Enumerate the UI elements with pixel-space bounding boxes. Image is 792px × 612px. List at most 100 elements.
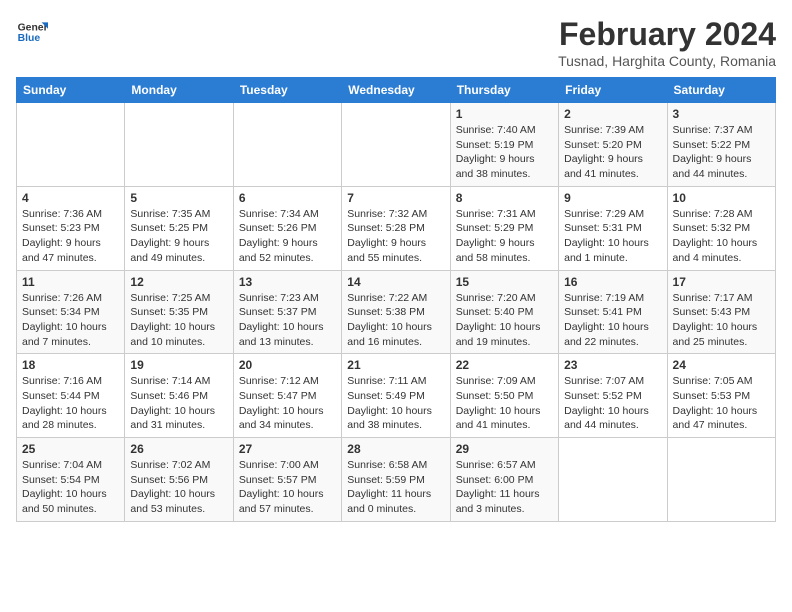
day-info: Sunrise: 7:14 AM Sunset: 5:46 PM Dayligh… (130, 374, 227, 433)
calendar-subtitle: Tusnad, Harghita County, Romania (558, 53, 776, 69)
day-number: 8 (456, 191, 553, 205)
day-number: 12 (130, 275, 227, 289)
day-info: Sunrise: 7:26 AM Sunset: 5:34 PM Dayligh… (22, 291, 119, 350)
weekday-header-saturday: Saturday (667, 78, 775, 103)
day-cell: 24Sunrise: 7:05 AM Sunset: 5:53 PM Dayli… (667, 354, 775, 438)
day-info: Sunrise: 7:40 AM Sunset: 5:19 PM Dayligh… (456, 123, 553, 182)
day-info: Sunrise: 7:05 AM Sunset: 5:53 PM Dayligh… (673, 374, 770, 433)
day-cell (559, 438, 667, 522)
day-info: Sunrise: 7:19 AM Sunset: 5:41 PM Dayligh… (564, 291, 661, 350)
weekday-header-wednesday: Wednesday (342, 78, 450, 103)
day-cell (342, 103, 450, 187)
day-cell: 13Sunrise: 7:23 AM Sunset: 5:37 PM Dayli… (233, 270, 341, 354)
day-number: 5 (130, 191, 227, 205)
calendar-title: February 2024 (558, 16, 776, 53)
day-number: 14 (347, 275, 444, 289)
day-number: 6 (239, 191, 336, 205)
day-cell: 26 Sunrise: 7:02 AM Sunset: 5:56 PM Dayli… (125, 438, 233, 522)
day-info: Sunrise: 7:37 AM Sunset: 5:22 PM Dayligh… (673, 123, 770, 182)
day-info: Sunrise: 7:39 AM Sunset: 5:20 PM Dayligh… (564, 123, 661, 182)
day-cell (233, 103, 341, 187)
day-info: Sunrise: 7:32 AM Sunset: 5:28 PM Dayligh… (347, 207, 444, 266)
logo-icon: General Blue (16, 16, 48, 48)
day-cell (667, 438, 775, 522)
day-cell: 8 Sunrise: 7:31 AM Sunset: 5:29 PM Daylig… (450, 186, 558, 270)
week-row-2: 4Sunrise: 7:36 AM Sunset: 5:23 PM Daylig… (17, 186, 776, 270)
day-info: Sunrise: 7:20 AM Sunset: 5:40 PM Dayligh… (456, 291, 553, 350)
day-number: 2 (564, 107, 661, 121)
weekday-header-thursday: Thursday (450, 78, 558, 103)
day-number: 27 (239, 442, 336, 456)
day-cell: 9 Sunrise: 7:29 AM Sunset: 5:31 PM Daylig… (559, 186, 667, 270)
day-cell: 20 Sunrise: 7:12 AM Sunset: 5:47 PM Dayli… (233, 354, 341, 438)
day-cell: 11 Sunrise: 7:26 AM Sunset: 5:34 PM Dayli… (17, 270, 125, 354)
weekday-header-sunday: Sunday (17, 78, 125, 103)
day-cell: 6 Sunrise: 7:34 AM Sunset: 5:26 PM Daylig… (233, 186, 341, 270)
day-cell: 14Sunrise: 7:22 AM Sunset: 5:38 PM Dayli… (342, 270, 450, 354)
day-cell: 23 Sunrise: 7:07 AM Sunset: 5:52 PM Dayli… (559, 354, 667, 438)
day-number: 17 (673, 275, 770, 289)
day-info: Sunrise: 7:12 AM Sunset: 5:47 PM Dayligh… (239, 374, 336, 433)
day-cell: 2 Sunrise: 7:39 AM Sunset: 5:20 PM Daylig… (559, 103, 667, 187)
day-number: 1 (456, 107, 553, 121)
day-cell: 18 Sunrise: 7:16 AM Sunset: 5:44 PM Dayli… (17, 354, 125, 438)
day-info: Sunrise: 7:29 AM Sunset: 5:31 PM Dayligh… (564, 207, 661, 266)
day-number: 23 (564, 358, 661, 372)
week-row-3: 11 Sunrise: 7:26 AM Sunset: 5:34 PM Dayli… (17, 270, 776, 354)
day-info: Sunrise: 7:11 AM Sunset: 5:49 PM Dayligh… (347, 374, 444, 433)
day-info: Sunrise: 7:35 AM Sunset: 5:25 PM Dayligh… (130, 207, 227, 266)
day-info: Sunrise: 7:07 AM Sunset: 5:52 PM Dayligh… (564, 374, 661, 433)
day-number: 10 (673, 191, 770, 205)
day-cell: 5 Sunrise: 7:35 AM Sunset: 5:25 PM Daylig… (125, 186, 233, 270)
day-info: Sunrise: 7:34 AM Sunset: 5:26 PM Dayligh… (239, 207, 336, 266)
page-header: General Blue February 2024 Tusnad, Hargh… (16, 16, 776, 69)
day-number: 9 (564, 191, 661, 205)
day-cell: 22 Sunrise: 7:09 AM Sunset: 5:50 PM Dayli… (450, 354, 558, 438)
weekday-header-row: SundayMondayTuesdayWednesdayThursdayFrid… (17, 78, 776, 103)
day-number: 3 (673, 107, 770, 121)
day-info: Sunrise: 7:31 AM Sunset: 5:29 PM Dayligh… (456, 207, 553, 266)
day-info: Sunrise: 7:28 AM Sunset: 5:32 PM Dayligh… (673, 207, 770, 266)
day-cell (125, 103, 233, 187)
day-info: Sunrise: 6:58 AM Sunset: 5:59 PM Dayligh… (347, 458, 444, 517)
logo: General Blue (16, 16, 48, 48)
day-info: Sunrise: 7:00 AM Sunset: 5:57 PM Dayligh… (239, 458, 336, 517)
day-cell: 25Sunrise: 7:04 AM Sunset: 5:54 PM Dayli… (17, 438, 125, 522)
weekday-header-monday: Monday (125, 78, 233, 103)
day-info: Sunrise: 7:36 AM Sunset: 5:23 PM Dayligh… (22, 207, 119, 266)
day-number: 22 (456, 358, 553, 372)
day-cell: 17Sunrise: 7:17 AM Sunset: 5:43 PM Dayli… (667, 270, 775, 354)
day-number: 29 (456, 442, 553, 456)
day-cell: 15 Sunrise: 7:20 AM Sunset: 5:40 PM Dayli… (450, 270, 558, 354)
day-cell: 3 Sunrise: 7:37 AM Sunset: 5:22 PM Daylig… (667, 103, 775, 187)
day-cell: 12Sunrise: 7:25 AM Sunset: 5:35 PM Dayli… (125, 270, 233, 354)
day-cell: 1 Sunrise: 7:40 AM Sunset: 5:19 PM Daylig… (450, 103, 558, 187)
day-number: 18 (22, 358, 119, 372)
day-cell: 21Sunrise: 7:11 AM Sunset: 5:49 PM Dayli… (342, 354, 450, 438)
day-cell: 27 Sunrise: 7:00 AM Sunset: 5:57 PM Dayli… (233, 438, 341, 522)
week-row-5: 25Sunrise: 7:04 AM Sunset: 5:54 PM Dayli… (17, 438, 776, 522)
week-row-1: 1 Sunrise: 7:40 AM Sunset: 5:19 PM Daylig… (17, 103, 776, 187)
day-number: 26 (130, 442, 227, 456)
day-number: 19 (130, 358, 227, 372)
calendar-table: SundayMondayTuesdayWednesdayThursdayFrid… (16, 77, 776, 522)
day-cell: 19 Sunrise: 7:14 AM Sunset: 5:46 PM Dayli… (125, 354, 233, 438)
day-number: 15 (456, 275, 553, 289)
day-number: 28 (347, 442, 444, 456)
day-cell (17, 103, 125, 187)
day-cell: 29Sunrise: 6:57 AM Sunset: 6:00 PM Dayli… (450, 438, 558, 522)
day-number: 13 (239, 275, 336, 289)
day-number: 20 (239, 358, 336, 372)
day-info: Sunrise: 7:16 AM Sunset: 5:44 PM Dayligh… (22, 374, 119, 433)
day-number: 7 (347, 191, 444, 205)
weekday-header-friday: Friday (559, 78, 667, 103)
day-cell: 4Sunrise: 7:36 AM Sunset: 5:23 PM Daylig… (17, 186, 125, 270)
day-info: Sunrise: 7:02 AM Sunset: 5:56 PM Dayligh… (130, 458, 227, 517)
day-number: 16 (564, 275, 661, 289)
week-row-4: 18 Sunrise: 7:16 AM Sunset: 5:44 PM Dayli… (17, 354, 776, 438)
day-cell: 10 Sunrise: 7:28 AM Sunset: 5:32 PM Dayli… (667, 186, 775, 270)
day-cell: 16 Sunrise: 7:19 AM Sunset: 5:41 PM Dayli… (559, 270, 667, 354)
day-number: 11 (22, 275, 119, 289)
day-info: Sunrise: 7:04 AM Sunset: 5:54 PM Dayligh… (22, 458, 119, 517)
day-info: Sunrise: 7:09 AM Sunset: 5:50 PM Dayligh… (456, 374, 553, 433)
